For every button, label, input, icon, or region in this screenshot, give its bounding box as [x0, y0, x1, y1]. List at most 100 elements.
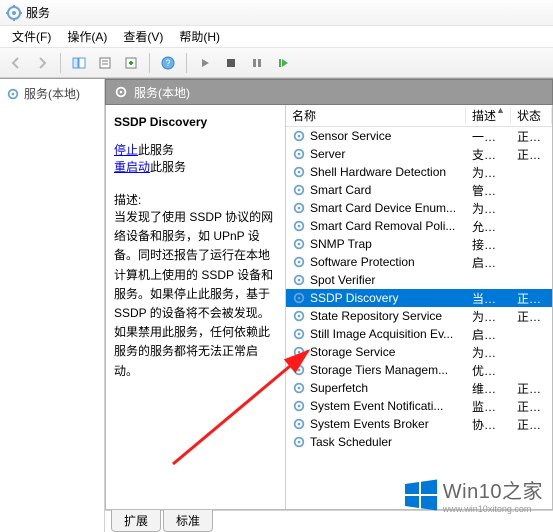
cell-status: 正在... — [511, 128, 552, 145]
cell-name: Superfetch — [286, 381, 466, 395]
cell-name: Storage Service — [286, 345, 466, 359]
cell-name: State Repository Service — [286, 309, 466, 323]
table-row[interactable]: Sensor Service一项...正在... — [286, 127, 552, 145]
table-row[interactable]: State Repository Service为应...正在... — [286, 307, 552, 325]
cell-desc: 为给... — [466, 200, 511, 217]
column-name[interactable]: 名称 — [286, 107, 466, 124]
cell-name: Storage Tiers Managem... — [286, 363, 466, 377]
start-button[interactable] — [193, 51, 217, 75]
description-text: 当发现了使用 SSDP 协议的网络设备和服务，如 UPnP 设备。同时还报告了运… — [114, 208, 277, 381]
watermark-sub: www.win10xitong.com — [443, 504, 543, 514]
cell-desc: 启用... — [466, 254, 511, 271]
cell-name: Task Scheduler — [286, 435, 466, 449]
table-row[interactable]: Software Protection启用... — [286, 253, 552, 271]
table-row[interactable]: System Event Notificati...监视...正在... — [286, 397, 552, 415]
cell-status: 正在... — [511, 308, 552, 325]
cell-desc: 启动... — [466, 326, 511, 343]
cell-desc: 接收... — [466, 236, 511, 253]
cell-desc: 监视... — [466, 398, 511, 415]
stop-button[interactable] — [219, 51, 243, 75]
cell-status: 正在... — [511, 398, 552, 415]
services-icon — [114, 85, 128, 99]
cell-desc: 当发... — [466, 290, 511, 307]
back-button[interactable] — [4, 51, 28, 75]
separator — [149, 53, 150, 73]
column-status[interactable]: 状态 — [511, 107, 552, 124]
menu-view[interactable]: 查看(V) — [115, 26, 171, 47]
panel-header-label: 服务(本地) — [134, 84, 190, 101]
restart-link[interactable]: 重启动 — [114, 160, 150, 174]
menu-file[interactable]: 文件(F) — [4, 26, 59, 47]
service-name-heading: SSDP Discovery — [114, 115, 277, 129]
separator — [60, 53, 61, 73]
table-row[interactable]: System Events Broker协调...正在... — [286, 415, 552, 433]
titlebar: 服务 — [0, 0, 553, 26]
table-row[interactable]: Storage Service为存... — [286, 343, 552, 361]
separator — [186, 53, 187, 73]
stop-link[interactable]: 停止 — [114, 143, 138, 157]
watermark: Win10之家 www.win10xitong.com — [403, 475, 543, 514]
cell-name: Smart Card Removal Poli... — [286, 219, 466, 233]
table-row[interactable]: Task Scheduler — [286, 433, 552, 451]
export-button[interactable] — [119, 51, 143, 75]
table-row[interactable]: SSDP Discovery当发...正在... — [286, 289, 552, 307]
help-button[interactable]: ? — [156, 51, 180, 75]
services-icon — [6, 87, 20, 101]
table-row[interactable]: Superfetch维护...正在... — [286, 379, 552, 397]
cell-desc: 允许... — [466, 218, 511, 235]
watermark-text: Win10之家 — [443, 475, 543, 504]
column-headers: 名称 描述 状态 — [286, 105, 552, 127]
cell-name: Smart Card — [286, 183, 466, 197]
tab-standard[interactable]: 标准 — [163, 510, 213, 532]
cell-name: Spot Verifier — [286, 273, 466, 287]
cell-name: Still Image Acquisition Ev... — [286, 327, 466, 341]
table-row[interactable]: Spot Verifier — [286, 271, 552, 289]
cell-status: 正在... — [511, 290, 552, 307]
cell-name: SNMP Trap — [286, 237, 466, 251]
tab-extended[interactable]: 扩展 — [111, 510, 161, 532]
services-list: ▲ 名称 描述 状态 Sensor Service一项...正在...Serve… — [286, 105, 552, 509]
restart-suffix: 此服务 — [150, 160, 186, 174]
cell-status: 正在... — [511, 416, 552, 433]
table-row[interactable]: Still Image Acquisition Ev...启动... — [286, 325, 552, 343]
cell-desc: 协调... — [466, 416, 511, 433]
cell-desc: 优化... — [466, 362, 511, 379]
table-row[interactable]: SNMP Trap接收... — [286, 235, 552, 253]
table-row[interactable]: Storage Tiers Managem...优化... — [286, 361, 552, 379]
window-title: 服务 — [26, 4, 50, 21]
cell-name: Software Protection — [286, 255, 466, 269]
cell-name: System Event Notificati... — [286, 399, 466, 413]
table-row[interactable]: Shell Hardware Detection为自... — [286, 163, 552, 181]
menubar: 文件(F) 操作(A) 查看(V) 帮助(H) — [0, 26, 553, 48]
svg-text:?: ? — [165, 58, 170, 68]
restart-button[interactable] — [271, 51, 295, 75]
table-row[interactable]: Smart Card Removal Poli...允许... — [286, 217, 552, 235]
menu-help[interactable]: 帮助(H) — [171, 26, 228, 47]
table-row[interactable]: Smart Card Device Enum...为给... — [286, 199, 552, 217]
table-row[interactable]: Smart Card管理... — [286, 181, 552, 199]
cell-name: Sensor Service — [286, 129, 466, 143]
cell-desc: 支持... — [466, 146, 511, 163]
sort-indicator-icon: ▲ — [496, 105, 505, 115]
cell-name: Smart Card Device Enum... — [286, 201, 466, 215]
cell-desc: 为应... — [466, 308, 511, 325]
windows-logo-icon — [403, 477, 439, 513]
tree-root-item[interactable]: 服务(本地) — [2, 83, 102, 104]
cell-status: 正在... — [511, 146, 552, 163]
cell-desc: 管理... — [466, 182, 511, 199]
forward-button[interactable] — [30, 51, 54, 75]
pause-button[interactable] — [245, 51, 269, 75]
menu-action[interactable]: 操作(A) — [59, 26, 115, 47]
properties-button[interactable] — [93, 51, 117, 75]
cell-status: 正在... — [511, 380, 552, 397]
cell-name: System Events Broker — [286, 417, 466, 431]
show-hide-button[interactable] — [67, 51, 91, 75]
cell-desc: 一项... — [466, 128, 511, 145]
cell-name: Server — [286, 147, 466, 161]
cell-name: SSDP Discovery — [286, 291, 466, 305]
table-row[interactable]: Server支持...正在... — [286, 145, 552, 163]
toolbar: ? — [0, 48, 553, 78]
cell-name: Shell Hardware Detection — [286, 165, 466, 179]
cell-desc: 为存... — [466, 344, 511, 361]
cell-desc: 为自... — [466, 164, 511, 181]
